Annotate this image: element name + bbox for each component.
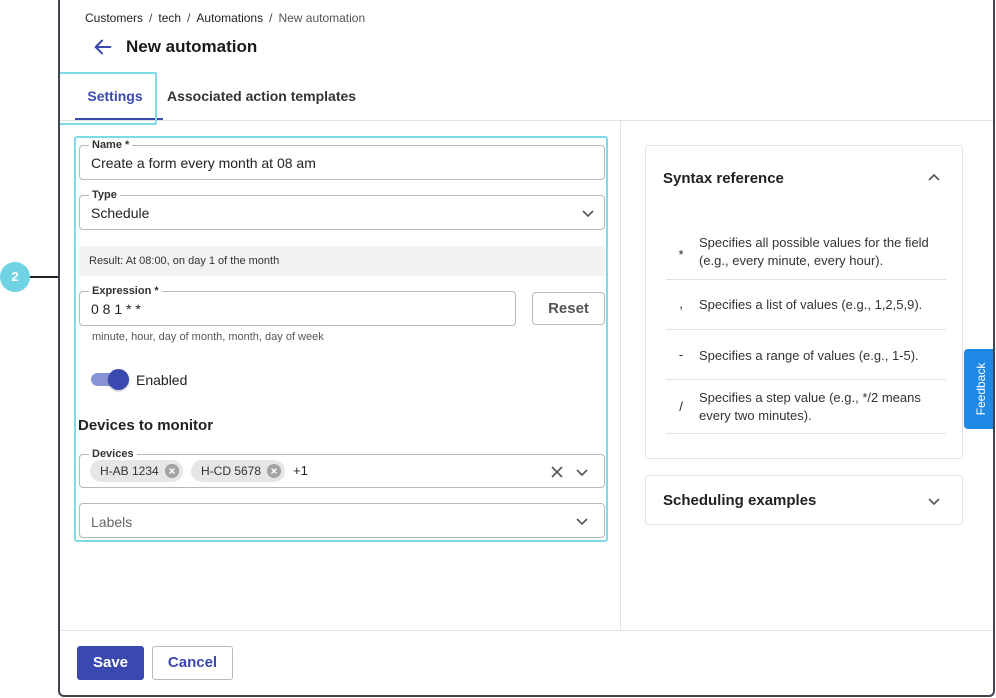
- chevron-down-icon[interactable]: [927, 494, 941, 508]
- column-divider: [620, 121, 621, 631]
- active-tab-indicator: [75, 118, 163, 120]
- enabled-label: Enabled: [136, 372, 188, 388]
- toggle-knob: [108, 369, 129, 390]
- callout-badge: 2: [0, 262, 30, 292]
- name-field[interactable]: Name * Create a form every month at 08 a…: [79, 138, 605, 180]
- result-value: At 08:00, on day 1 of the month: [125, 255, 280, 267]
- expression-input[interactable]: Expression * 0 8 1 * *: [79, 284, 516, 326]
- name-field-label: Name *: [89, 138, 133, 152]
- breadcrumb-separator: /: [269, 11, 273, 25]
- tab-templates-label: Associated action templates: [167, 88, 357, 104]
- expression-label: Expression *: [89, 284, 162, 298]
- syntax-description: Specifies a range of values (e.g., 1-5).: [699, 348, 919, 363]
- device-chip: H-CD 5678: [191, 460, 285, 482]
- syntax-reference-title: Syntax reference: [663, 170, 784, 187]
- breadcrumb-separator: /: [187, 11, 191, 25]
- device-chip-label: H-AB 1234: [100, 464, 159, 478]
- enabled-toggle[interactable]: [91, 369, 129, 390]
- tab-settings-label: Settings: [87, 88, 143, 104]
- syntax-reference-panel: Syntax reference * Specifies all possibl…: [645, 145, 963, 459]
- tab-settings[interactable]: Settings: [73, 72, 163, 120]
- page-title: New automation: [126, 37, 258, 56]
- syntax-symbol: -: [678, 347, 684, 362]
- cancel-button[interactable]: Cancel: [152, 646, 233, 680]
- devices-more-count: +1: [293, 463, 308, 478]
- footer-divider: [60, 630, 993, 631]
- feedback-label: Feedback: [973, 362, 988, 416]
- expression-hint: minute, hour, day of month, month, day o…: [92, 331, 324, 343]
- syntax-symbol: *: [678, 247, 684, 262]
- syntax-symbol: /: [679, 399, 683, 414]
- expression-value: 0 8 1 * *: [91, 301, 141, 317]
- name-field-value: Create a form every month at 08 am: [91, 155, 316, 171]
- syntax-symbol: ,: [679, 296, 683, 311]
- app-window: Customers / tech / Automations / New automatio…: [58, 0, 995, 697]
- chip-remove-icon[interactable]: [267, 464, 281, 478]
- chevron-down-icon[interactable]: [581, 206, 595, 220]
- breadcrumb-item-automations[interactable]: Automations: [196, 11, 263, 25]
- reset-button[interactable]: Reset: [532, 292, 605, 325]
- syntax-description: Specifies all possible values for the fi…: [699, 235, 929, 268]
- labels-select[interactable]: Labels: [79, 503, 605, 538]
- syntax-description: Specifies a list of values (e.g., 1,2,5,…: [699, 297, 923, 312]
- device-chip: H-AB 1234: [90, 460, 183, 482]
- breadcrumb: Customers / tech / Automations / New automatio…: [85, 11, 365, 25]
- breadcrumb-current: New automation: [278, 11, 366, 25]
- type-select-value: Schedule: [91, 205, 150, 221]
- chevron-down-icon[interactable]: [575, 514, 589, 528]
- devices-section-title: Devices to monitor: [78, 417, 214, 434]
- scheduling-examples-panel[interactable]: Scheduling examples: [645, 475, 963, 525]
- breadcrumb-item-tech[interactable]: tech: [158, 11, 181, 25]
- labels-placeholder: Labels: [91, 514, 133, 530]
- syntax-description: Specifies a step value (e.g., */2 means …: [699, 390, 921, 423]
- syntax-row: - Specifies a range of values (e.g., 1-5…: [666, 330, 946, 380]
- type-select-label: Type: [89, 188, 120, 202]
- scheduling-examples-title: Scheduling examples: [663, 492, 817, 509]
- feedback-tab[interactable]: Feedback: [964, 349, 993, 429]
- chevron-up-icon[interactable]: [927, 171, 941, 185]
- type-select[interactable]: Type Schedule: [79, 188, 605, 230]
- syntax-row: / Specifies a step value (e.g., */2 mean…: [666, 380, 946, 434]
- tab-bar: Settings Associated action templates: [60, 72, 993, 121]
- breadcrumb-item-customers[interactable]: Customers: [85, 11, 143, 25]
- syntax-row: , Specifies a list of values (e.g., 1,2,…: [666, 280, 946, 330]
- back-arrow-icon[interactable]: [92, 36, 114, 58]
- device-chip-label: H-CD 5678: [201, 464, 262, 478]
- tab-associated-action-templates[interactable]: Associated action templates: [167, 72, 356, 120]
- chip-remove-icon[interactable]: [165, 464, 179, 478]
- result-label: Result:: [89, 255, 124, 267]
- syntax-row: * Specifies all possible values for the …: [666, 232, 946, 280]
- breadcrumb-separator: /: [149, 11, 153, 25]
- result-bar: Result: At 08:00, on day 1 of the month: [79, 246, 605, 276]
- devices-label: Devices: [89, 447, 137, 461]
- save-button[interactable]: Save: [77, 646, 144, 680]
- chevron-down-icon[interactable]: [575, 465, 589, 479]
- clear-icon[interactable]: [550, 465, 564, 479]
